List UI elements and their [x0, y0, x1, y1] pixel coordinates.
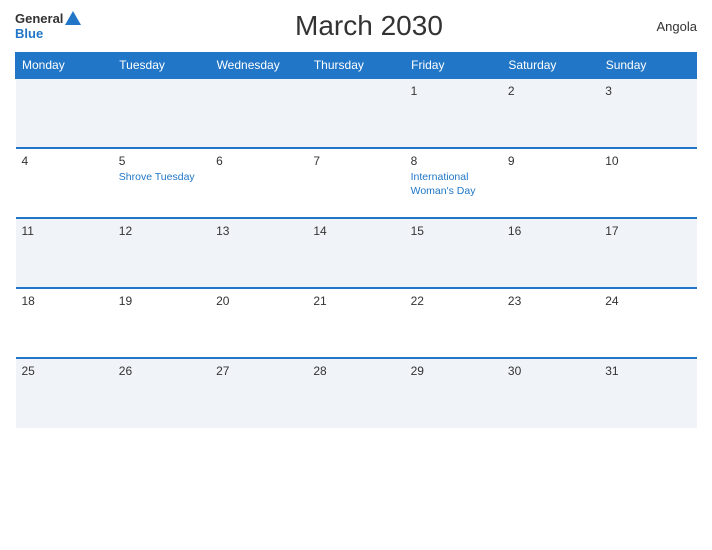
calendar-cell: 11: [16, 218, 113, 288]
calendar-table: Monday Tuesday Wednesday Thursday Friday…: [15, 52, 697, 428]
calendar-cell: 6: [210, 148, 307, 218]
calendar-cell: 23: [502, 288, 599, 358]
logo-triangle-icon: [65, 11, 81, 25]
calendar-cell: 21: [307, 288, 404, 358]
day-number: 29: [411, 364, 496, 378]
calendar-cell: 27: [210, 358, 307, 428]
calendar-title: March 2030: [81, 10, 656, 42]
day-number: 15: [411, 224, 496, 238]
calendar-row: 25 26 27 28 29 30 31: [16, 358, 697, 428]
calendar-row: 45 Shrove Tuesday 678 International Woman's…: [16, 148, 697, 218]
day-number: 1: [411, 84, 496, 98]
calendar-cell: 1: [405, 78, 502, 148]
header-tuesday: Tuesday: [113, 53, 210, 79]
day-number: 20: [216, 294, 301, 308]
calendar-cell: 16: [502, 218, 599, 288]
header-saturday: Saturday: [502, 53, 599, 79]
day-number: 6: [216, 154, 301, 168]
header: General Blue March 2030 Angola: [15, 10, 697, 42]
calendar-row: 123: [16, 78, 697, 148]
calendar-cell: 3: [599, 78, 696, 148]
calendar-cell: 4: [16, 148, 113, 218]
calendar-cell: [210, 78, 307, 148]
calendar-cell: 17: [599, 218, 696, 288]
calendar-cell: 5 Shrove Tuesday: [113, 148, 210, 218]
day-number: 18: [22, 294, 107, 308]
calendar-cell: 13: [210, 218, 307, 288]
day-number: 17: [605, 224, 690, 238]
calendar-cell: 8 International Woman's Day: [405, 148, 502, 218]
header-sunday: Sunday: [599, 53, 696, 79]
calendar-row: 11 12 13 14 15 16 17: [16, 218, 697, 288]
day-number: 8: [411, 154, 496, 168]
day-number: 12: [119, 224, 204, 238]
day-number: 5: [119, 154, 204, 168]
weekday-header-row: Monday Tuesday Wednesday Thursday Friday…: [16, 53, 697, 79]
calendar-page: General Blue March 2030 Angola Monday Tu…: [0, 0, 712, 550]
country-label: Angola: [657, 19, 697, 34]
calendar-cell: [113, 78, 210, 148]
day-number: 27: [216, 364, 301, 378]
calendar-cell: 22: [405, 288, 502, 358]
calendar-cell: 26: [113, 358, 210, 428]
calendar-cell: 12: [113, 218, 210, 288]
calendar-cell: 7: [307, 148, 404, 218]
logo-blue-text: Blue: [15, 27, 81, 41]
day-number: 11: [22, 224, 107, 238]
calendar-cell: [16, 78, 113, 148]
day-number: 4: [22, 154, 107, 168]
day-number: 10: [605, 154, 690, 168]
day-number: 26: [119, 364, 204, 378]
calendar-cell: 28: [307, 358, 404, 428]
calendar-cell: 10: [599, 148, 696, 218]
calendar-cell: 18: [16, 288, 113, 358]
calendar-cell: 19: [113, 288, 210, 358]
day-number: 19: [119, 294, 204, 308]
day-number: 7: [313, 154, 398, 168]
header-thursday: Thursday: [307, 53, 404, 79]
calendar-cell: 20: [210, 288, 307, 358]
header-friday: Friday: [405, 53, 502, 79]
calendar-cell: 31: [599, 358, 696, 428]
day-number: 3: [605, 84, 690, 98]
logo-general-text: General: [15, 12, 63, 26]
event-label: International Woman's Day: [411, 171, 496, 198]
calendar-cell: 29: [405, 358, 502, 428]
calendar-cell: 30: [502, 358, 599, 428]
day-number: 9: [508, 154, 593, 168]
day-number: 30: [508, 364, 593, 378]
event-label: Shrove Tuesday: [119, 171, 204, 185]
calendar-cell: 25: [16, 358, 113, 428]
calendar-row: 18 19 20 21 22 23 24: [16, 288, 697, 358]
day-number: 16: [508, 224, 593, 238]
day-number: 21: [313, 294, 398, 308]
header-monday: Monday: [16, 53, 113, 79]
day-number: 23: [508, 294, 593, 308]
logo: General Blue: [15, 11, 81, 41]
calendar-cell: 2: [502, 78, 599, 148]
calendar-cell: 9: [502, 148, 599, 218]
calendar-cell: 15: [405, 218, 502, 288]
calendar-cell: [307, 78, 404, 148]
day-number: 31: [605, 364, 690, 378]
day-number: 13: [216, 224, 301, 238]
day-number: 14: [313, 224, 398, 238]
day-number: 28: [313, 364, 398, 378]
calendar-cell: 14: [307, 218, 404, 288]
calendar-cell: 24: [599, 288, 696, 358]
day-number: 2: [508, 84, 593, 98]
header-wednesday: Wednesday: [210, 53, 307, 79]
day-number: 25: [22, 364, 107, 378]
day-number: 24: [605, 294, 690, 308]
day-number: 22: [411, 294, 496, 308]
